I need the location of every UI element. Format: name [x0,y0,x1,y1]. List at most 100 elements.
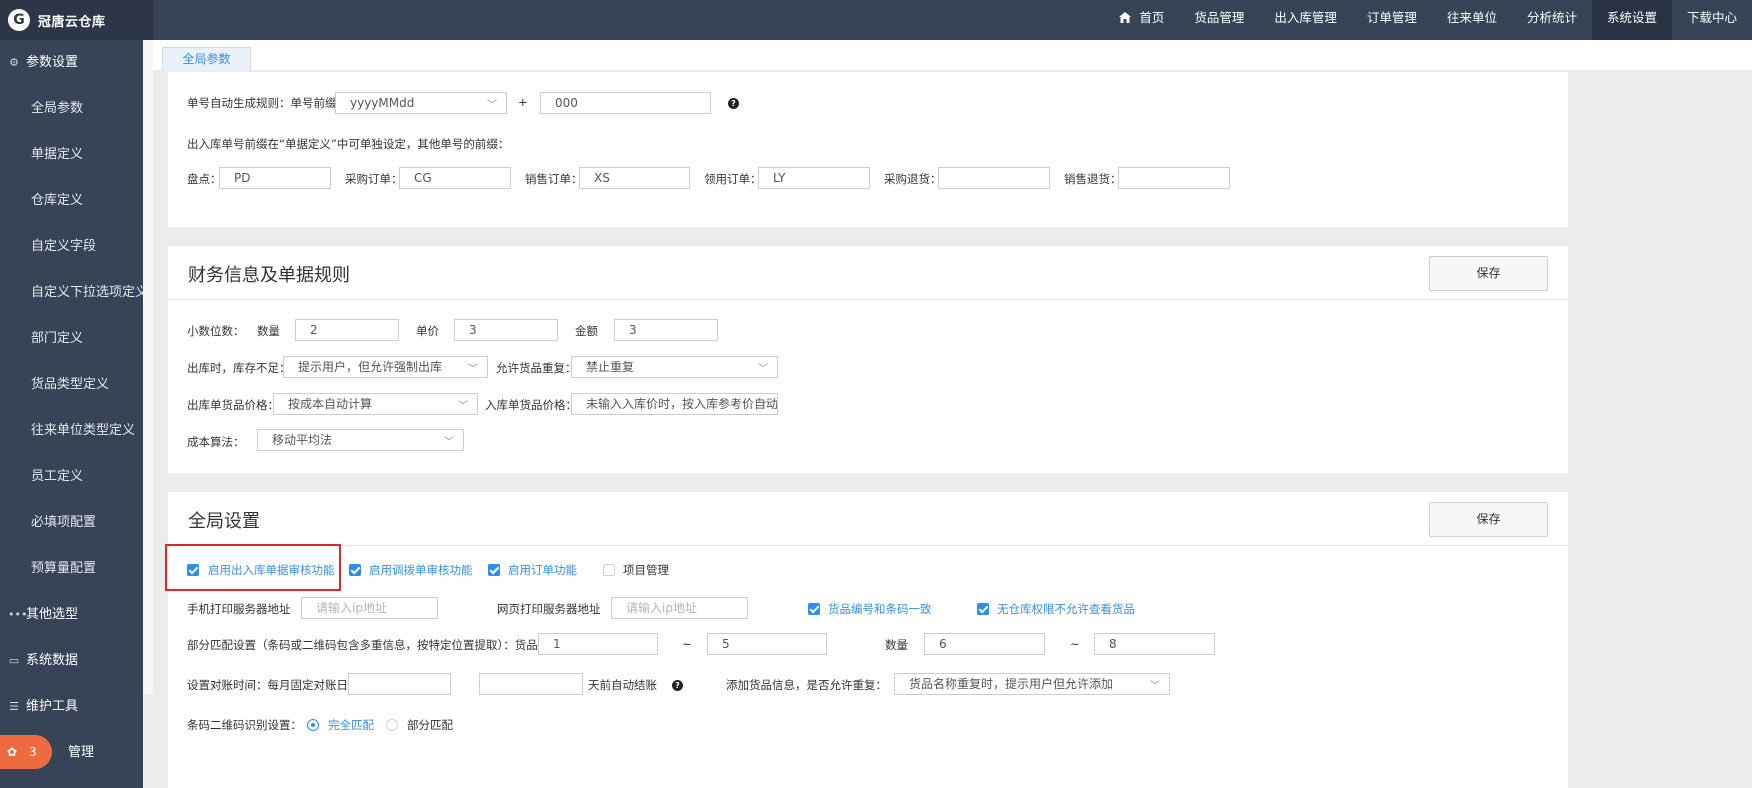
qty-to-input[interactable]: 8 [1094,633,1215,655]
stock-short-value: 提示用户，但允许强制出库 [298,360,443,374]
date-format-select[interactable]: yyyyMMdd ﹀ [335,92,507,114]
sidebar-item-department[interactable]: 部门定义 [0,316,143,362]
sidebar-group-system-data[interactable]: ▭ 系统数据 [0,638,143,684]
finance-title: 财务信息及单据规则 [188,265,350,286]
sidebar-scrollbar[interactable] [143,40,153,694]
sidebar-item-partner-type[interactable]: 往来单位类型定义 [0,408,143,454]
nav-partners[interactable]: 往来单位 [1432,0,1512,40]
nav-settings[interactable]: 系统设置 [1591,0,1672,40]
qty-decimals-label: 数量 [257,324,280,338]
prefix-input-sales-return[interactable] [1118,167,1230,189]
nav-inout[interactable]: 出入库管理 [1259,0,1352,40]
sidebar-item-doc-def[interactable]: 单据定义 [0,132,143,178]
main-nav: 首页 货品管理 出入库管理 订单管理 往来单位 分析统计 系统设置 下载中心 [1104,0,1752,40]
more-icon: ••• [8,608,28,621]
web-print-input[interactable]: 请输入ip地址 [611,597,748,619]
qty-from-input[interactable]: 6 [924,633,1045,655]
finance-panel: 财务信息及单据规则 保存 小数位数： 数量 2 单价 3 金额 3 出库时，库存… [168,246,1568,473]
code-match-checkbox[interactable] [808,603,820,615]
price-decimals-input[interactable]: 3 [454,319,558,341]
dup-select[interactable]: 禁止重复 ﹀ [571,356,778,378]
audit-transfer-checkbox[interactable] [349,564,361,576]
app-logo[interactable]: G 冠唐云仓库 [0,0,153,40]
numbering-panel: 单号自动生成规则：单号前缀+ yyyyMMdd ﹀ + 000 ? 出入库单号前缀… [168,72,1568,227]
sidebar-item-global-params[interactable]: 全局参数 [0,86,143,132]
add-goods-label: 添加货品信息，是否允许重复： [726,678,887,692]
mobile-print-input[interactable]: 请输入ip地址 [301,597,438,619]
nav-home[interactable]: 首页 [1104,0,1179,40]
nav-analytics[interactable]: 分析统计 [1512,0,1592,40]
project-manage-label: 项目管理 [623,563,669,577]
order-feature-checkbox[interactable] [488,564,500,576]
plus-sign: + [518,95,528,109]
nav-download[interactable]: 下载中心 [1672,0,1752,40]
goods-to-input[interactable]: 5 [707,633,827,655]
main-content: 全局参数 单号自动生成规则：单号前缀+ yyyyMMdd ﹀ + 000 ? 出入… [153,40,1752,788]
gift-icon: ✿ [6,745,18,759]
project-manage-checkbox[interactable] [603,564,615,576]
badge-count: 3 [29,745,37,759]
sidebar-item-required-fields[interactable]: 必填项配置 [0,500,143,546]
global-settings-title: 全局设置 [188,511,260,532]
nav-goods[interactable]: 货品管理 [1179,0,1259,40]
partial-match-radio[interactable] [386,719,398,731]
divider [168,545,1568,546]
global-save-button[interactable]: 保存 [1429,502,1548,537]
sidebar-group-params[interactable]: ⚙ 参数设置 [0,40,143,86]
add-goods-select[interactable]: 货品名称重复时，提示用户但允许添加 ﹀ [894,673,1170,695]
sidebar-group-maintenance[interactable]: ☰ 维护工具 [0,684,143,730]
nav-orders[interactable]: 订单管理 [1352,0,1432,40]
sidebar-group-label: 维护工具 [26,699,79,714]
amount-decimals-label: 金额 [575,324,598,338]
tab-global-params[interactable]: 全局参数 [162,47,251,71]
dup-value: 禁止重复 [586,360,635,374]
partial-match-radio-label: 部分匹配 [407,718,453,732]
warehouse-perm-checkbox[interactable] [977,603,989,615]
prefix-input-stocktake[interactable]: PD [219,167,331,189]
prefix-input-requisition[interactable]: LY [758,167,870,189]
exact-match-label: 完全匹配 [328,718,374,732]
numbering-rule-label: 单号自动生成规则：单号前缀+ [187,96,347,110]
sidebar-item-warehouse-def[interactable]: 仓库定义 [0,178,143,224]
sidebar-item-goods-type[interactable]: 货品类型定义 [0,362,143,408]
sidebar-group-label: 系统数据 [26,653,79,668]
warehouse-perm-label: 无仓库权限不允许查看货品 [997,602,1135,616]
home-icon [1119,12,1132,23]
in-price-select[interactable]: 未输入入库价时，按入库参考价自动 ﹀ [571,393,778,415]
qty-decimals-input[interactable]: 2 [295,319,399,341]
prefix-label-stocktake: 盘点： [187,172,222,186]
help-icon[interactable]: ? [728,98,739,109]
out-price-select[interactable]: 按成本自动计算 ﹀ [273,393,478,415]
top-navbar: G 冠唐云仓库 首页 货品管理 出入库管理 订单管理 往来单位 分析统计 系统设… [0,0,1752,40]
help-icon[interactable]: ? [672,680,683,691]
stock-short-select[interactable]: 提示用户，但允许强制出库 ﹀ [283,356,488,378]
out-price-value: 按成本自动计算 [288,397,373,411]
sidebar-group-other[interactable]: •••其他选型 [0,592,143,638]
chevron-down-icon: ﹀ [444,437,454,448]
cart-icon: ▭ [8,654,20,667]
gift-badge[interactable]: ✿ 3 [0,735,52,769]
auto-days-input[interactable] [479,673,583,695]
decimals-label: 小数位数： [187,324,245,338]
cost-select[interactable]: 移动平均法 ﹀ [257,429,464,451]
sidebar-item-employee[interactable]: 员工定义 [0,454,143,500]
sidebar-group-label: 管理 [68,745,95,760]
recon-day-input[interactable] [348,673,451,695]
prefix-input-sales[interactable]: XS [579,167,690,189]
amount-decimals-input[interactable]: 3 [614,319,718,341]
exact-match-radio[interactable] [307,719,319,731]
finance-save-button[interactable]: 保存 [1429,256,1548,291]
prefix-input-purchase-return[interactable] [938,167,1050,189]
sidebar-item-custom-dropdown[interactable]: 自定义下拉选项定义 [0,270,143,316]
recon-label: 设置对账时间：每月固定对账日： [187,678,360,692]
date-format-value: yyyyMMdd [350,96,415,110]
sidebar-item-budget[interactable]: 预算量配置 [0,546,143,592]
goods-from-input[interactable]: 1 [538,633,658,655]
chevron-down-icon: ﹀ [758,401,768,412]
prefix-input-purchase[interactable]: CG [399,167,511,189]
sidebar: ⚙ 参数设置 全局参数 单据定义 仓库定义 自定义字段 自定义下拉选项定义 部门定… [0,40,143,788]
suffix-input[interactable]: 000 [540,92,711,114]
mobile-print-label: 手机打印服务器地址 [187,602,291,616]
sidebar-item-custom-field[interactable]: 自定义字段 [0,224,143,270]
cost-value: 移动平均法 [272,433,333,447]
